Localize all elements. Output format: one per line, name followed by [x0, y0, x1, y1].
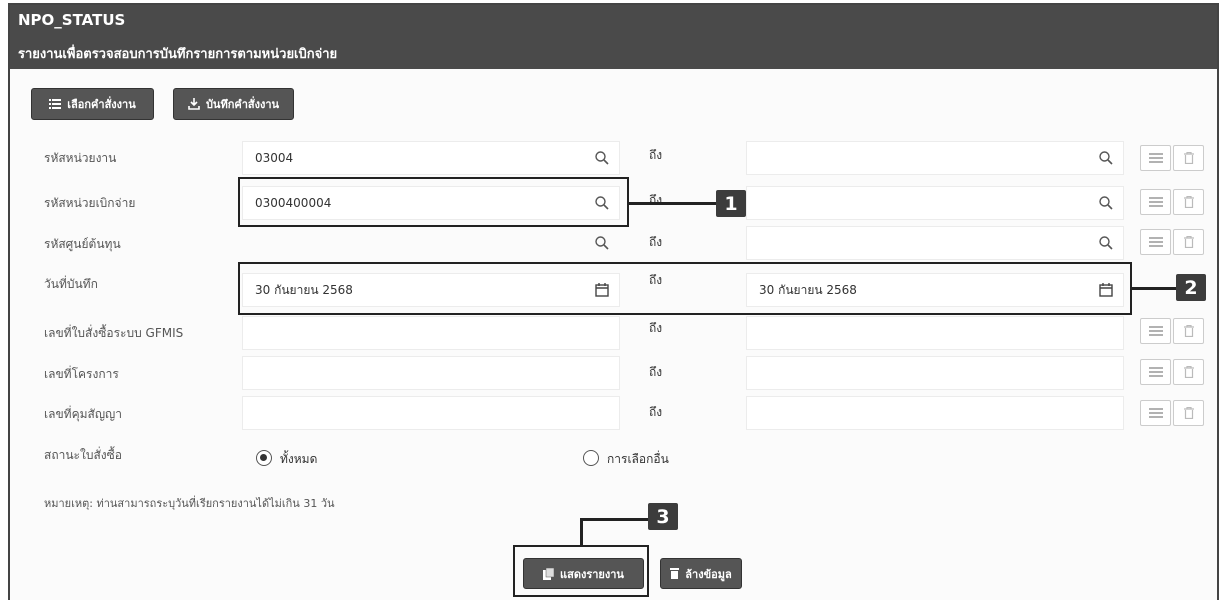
- search-icon[interactable]: [595, 151, 609, 165]
- trash-icon: [1183, 196, 1194, 208]
- clear-row-button[interactable]: [1173, 359, 1204, 385]
- po-number-from-input[interactable]: [242, 316, 620, 350]
- range-to-label: ถึง: [649, 365, 663, 379]
- cost-center-to-input[interactable]: [746, 226, 1124, 260]
- range-to-label: ถึง: [649, 235, 663, 249]
- list-icon: [1148, 197, 1163, 207]
- save-command-label: บันทึกคำสั่งงาน: [205, 98, 280, 111]
- list-icon: [1148, 153, 1163, 163]
- save-command-button[interactable]: บันทึกคำสั่งงาน: [173, 88, 294, 120]
- list-icon: [1148, 408, 1163, 418]
- select-command-button[interactable]: เลือกคำสั่งงาน: [31, 88, 154, 120]
- search-icon[interactable]: [595, 236, 609, 250]
- callout-3-badge: 3: [648, 503, 678, 530]
- po-status-all-radio[interactable]: [256, 450, 272, 466]
- search-icon[interactable]: [1099, 196, 1113, 210]
- callout-3-line-v: [580, 518, 583, 545]
- report-title: รายงานเพื่อตรวจสอบการบันทึกรายการตามหน่ว…: [18, 47, 338, 62]
- report-code: NPO_STATUS: [18, 11, 126, 29]
- contract-number-to-input[interactable]: [746, 396, 1124, 430]
- trash-icon: [1183, 366, 1194, 378]
- clear-row-button[interactable]: [1173, 229, 1204, 255]
- agency-code-from-input[interactable]: 03004: [242, 141, 620, 175]
- trash-icon: [1183, 407, 1194, 419]
- clear-row-button[interactable]: [1173, 145, 1204, 171]
- po-status-label: สถานะใบสั่งซื้อ: [44, 448, 122, 462]
- list-icon: [49, 99, 62, 109]
- po-status-other-radio[interactable]: [583, 450, 599, 466]
- trash-icon: [1183, 236, 1194, 248]
- po-number-label: เลขที่ใบสั่งซื้อระบบ GFMIS: [44, 326, 184, 340]
- callout-2-box: [238, 262, 1132, 315]
- download-icon: [188, 98, 200, 110]
- po-status-all-label: ทั้งหมด: [280, 452, 318, 466]
- po-status-other-label: การเลือกอื่น: [607, 452, 669, 466]
- callout-1-badge: 1: [716, 190, 746, 217]
- select-command-label: เลือกคำสั่งงาน: [67, 98, 136, 111]
- clear-data-button[interactable]: ล้างข้อมูล: [660, 558, 742, 589]
- range-to-label: ถึง: [649, 193, 663, 207]
- disbursing-unit-label: รหัสหน่วยเบิกจ่าย: [44, 196, 136, 210]
- trash-icon: [670, 568, 680, 579]
- list-icon: [1148, 326, 1163, 336]
- multi-value-button[interactable]: [1140, 229, 1171, 255]
- callout-2-line: [1132, 287, 1177, 290]
- contract-number-label: เลขที่คุมสัญญา: [44, 407, 123, 421]
- search-icon[interactable]: [1099, 236, 1113, 250]
- search-icon[interactable]: [1099, 151, 1113, 165]
- list-icon: [1148, 237, 1163, 247]
- po-number-to-input[interactable]: [746, 316, 1124, 350]
- callout-3-box: [513, 545, 649, 597]
- trash-icon: [1183, 325, 1194, 337]
- callout-2-badge: 2: [1176, 274, 1206, 301]
- cost-center-from-input[interactable]: [242, 226, 620, 260]
- project-number-to-input[interactable]: [746, 356, 1124, 390]
- agency-code-from-value: 03004: [255, 151, 294, 165]
- multi-value-button[interactable]: [1140, 318, 1171, 344]
- multi-value-button[interactable]: [1140, 359, 1171, 385]
- clear-row-button[interactable]: [1173, 400, 1204, 426]
- multi-value-button[interactable]: [1140, 400, 1171, 426]
- callout-3-line-h: [580, 518, 650, 521]
- clear-row-button[interactable]: [1173, 318, 1204, 344]
- date-range-note: หมายเหตุ: ท่านสามารถระบุวันที่เรียกรายงา…: [44, 497, 335, 510]
- project-number-label: เลขที่โครงการ: [44, 367, 119, 381]
- trash-icon: [1183, 152, 1194, 164]
- clear-row-button[interactable]: [1173, 189, 1204, 215]
- agency-code-label: รหัสหน่วยงาน: [44, 151, 117, 165]
- contract-number-from-input[interactable]: [242, 396, 620, 430]
- range-to-label: ถึง: [649, 148, 663, 162]
- callout-1-line: [629, 202, 717, 205]
- project-number-from-input[interactable]: [242, 356, 620, 390]
- disbursing-unit-to-input[interactable]: [746, 186, 1124, 220]
- cost-center-label: รหัสศูนย์ต้นทุน: [44, 237, 121, 251]
- agency-code-to-input[interactable]: [746, 141, 1124, 175]
- panel-header: NPO_STATUS รายงานเพื่อตรวจสอบการบันทึกรา…: [10, 5, 1217, 69]
- record-date-label: วันที่บันทึก: [44, 277, 98, 291]
- multi-value-button[interactable]: [1140, 145, 1171, 171]
- callout-1-box: [238, 177, 629, 227]
- list-icon: [1148, 367, 1163, 377]
- range-to-label: ถึง: [649, 321, 663, 335]
- range-to-label: ถึง: [649, 405, 663, 419]
- clear-data-label: ล้างข้อมูล: [685, 567, 732, 581]
- multi-value-button[interactable]: [1140, 189, 1171, 215]
